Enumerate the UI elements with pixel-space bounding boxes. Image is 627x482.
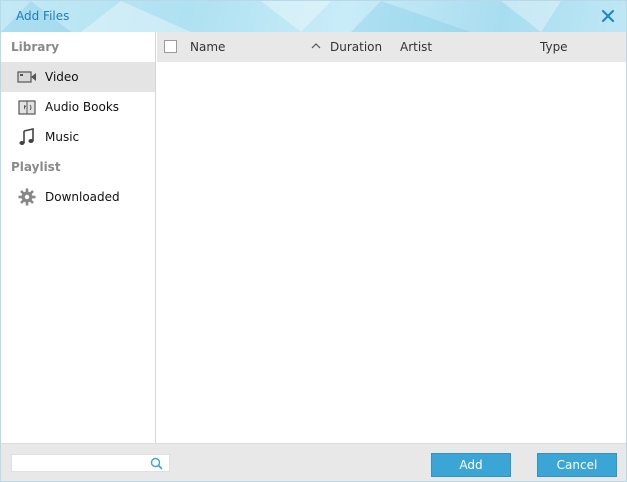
- sidebar-item-label: Video: [45, 70, 79, 84]
- file-table-body[interactable]: [157, 62, 626, 443]
- sidebar-item-audio-books[interactable]: Audio Books: [1, 92, 155, 122]
- cancel-button[interactable]: Cancel: [537, 453, 617, 477]
- add-button[interactable]: Add: [431, 453, 511, 477]
- search-icon[interactable]: [150, 457, 163, 470]
- audiobook-icon: [18, 100, 36, 115]
- select-all-checkbox[interactable]: [164, 40, 177, 53]
- sidebar-item-label: Audio Books: [45, 100, 120, 114]
- column-header-duration[interactable]: Duration: [330, 40, 382, 54]
- close-icon[interactable]: [600, 8, 616, 24]
- sidebar-item-label: Music: [45, 130, 80, 144]
- file-table-header: Name Duration Artist Type: [157, 32, 626, 62]
- sidebar-item-label: Downloaded: [45, 190, 120, 204]
- sidebar: Library Video Audio Books Music Playlist…: [1, 32, 156, 443]
- sidebar-section-library: Library: [11, 40, 60, 54]
- search-box: [11, 454, 170, 472]
- sidebar-item-music[interactable]: Music: [1, 122, 155, 152]
- dialog-footer: Add Cancel: [1, 443, 626, 481]
- title-bar[interactable]: Add Files: [1, 1, 626, 32]
- search-input[interactable]: [12, 455, 148, 471]
- music-note-icon: [19, 128, 34, 145]
- title-bar-pattern: [1, 1, 561, 32]
- gear-icon: [18, 188, 36, 206]
- column-header-type[interactable]: Type: [540, 40, 568, 54]
- sidebar-item-downloaded[interactable]: Downloaded: [1, 182, 155, 212]
- chevron-up-icon[interactable]: [311, 42, 321, 50]
- sidebar-item-video[interactable]: Video: [1, 62, 155, 92]
- column-header-artist[interactable]: Artist: [400, 40, 432, 54]
- video-icon: [17, 71, 36, 83]
- column-header-name[interactable]: Name: [190, 40, 225, 54]
- dialog-title: Add Files: [16, 9, 70, 23]
- add-files-dialog: Add Files Library Video Audio Books Musi…: [0, 0, 627, 482]
- sidebar-section-playlist: Playlist: [11, 160, 61, 174]
